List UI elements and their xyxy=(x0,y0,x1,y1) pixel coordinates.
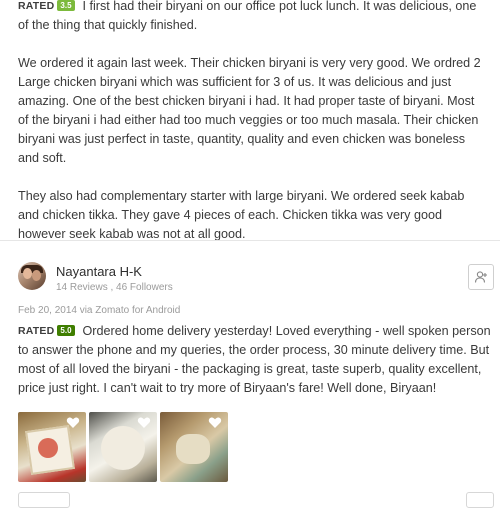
like-button[interactable] xyxy=(18,492,70,508)
review-card: RATED 3.5 I first had their biryani on our… xyxy=(18,0,488,244)
review-photo[interactable] xyxy=(160,412,228,482)
review-paragraph: Ordered home delivery yesterday! Loved e… xyxy=(18,324,491,395)
review-paragraph: I first had their biryani on our office … xyxy=(18,0,477,32)
heart-icon[interactable] xyxy=(137,416,151,429)
review-text: RATED 5.0 Ordered home delivery yesterday!… xyxy=(18,322,494,398)
rated-label: RATED xyxy=(18,325,55,337)
add-user-icon xyxy=(474,271,487,283)
heart-icon[interactable] xyxy=(66,416,80,429)
rating-badge: 3.5 xyxy=(57,0,75,11)
review-paragraph: We ordered it again last week. Their chi… xyxy=(18,56,481,165)
avatar[interactable] xyxy=(18,262,46,290)
review-divider xyxy=(0,240,500,241)
rated-label: RATED xyxy=(18,0,55,12)
heart-icon[interactable] xyxy=(208,416,222,429)
reviewer-name[interactable]: Nayantara H-K xyxy=(56,264,142,279)
follow-button[interactable] xyxy=(468,264,494,290)
review-photo[interactable] xyxy=(89,412,157,482)
rating-badge: 5.0 xyxy=(57,325,75,336)
share-button[interactable] xyxy=(466,492,494,508)
review-date: Feb 20, 2014 via Zomato for Android xyxy=(18,305,181,316)
reviewer-stats: 14 Reviews , 46 Followers xyxy=(56,282,173,293)
review-text: RATED 3.5 I first had their biryani on our… xyxy=(18,0,488,35)
review-paragraph: They also had complementary starter with… xyxy=(18,189,465,241)
review-photo[interactable] xyxy=(18,412,86,482)
